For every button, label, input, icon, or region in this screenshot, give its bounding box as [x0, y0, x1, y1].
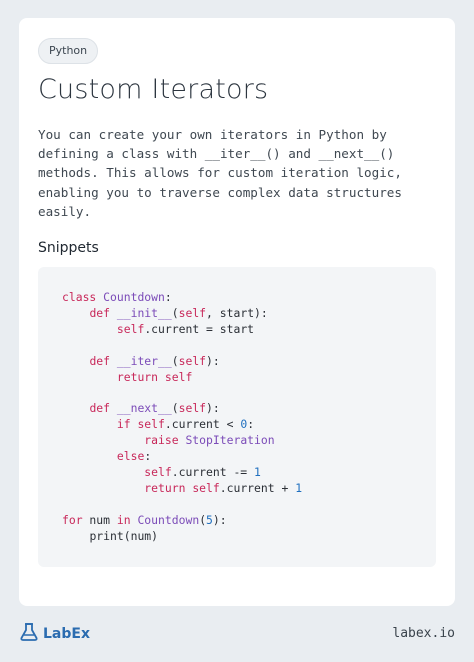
code-function-name: __iter__	[116, 353, 172, 368]
code-text: .current <	[164, 417, 241, 432]
code-class-name: Countdown	[137, 512, 200, 527]
code-number: 1	[254, 464, 261, 479]
brand-name: LabEx	[43, 626, 90, 642]
code-text: num	[82, 512, 117, 527]
code-class-name: Countdown	[103, 290, 165, 304]
code-keyword: def	[89, 353, 111, 368]
code-keyword: raise	[144, 433, 179, 448]
code-text: ):	[206, 401, 220, 416]
code-keyword: else	[116, 449, 145, 464]
description-line: defining a class with __iter__() and __n…	[38, 146, 395, 162]
code-function-name: __next__	[116, 401, 172, 416]
code-keyword: for	[62, 512, 83, 527]
code-self: self	[178, 305, 207, 320]
code-function-name: __init__	[116, 305, 172, 320]
code-text: print(num)	[89, 528, 159, 543]
code-snippet: class Countdown: def __init__(self, star…	[38, 267, 436, 567]
content-card: Python Custom Iterators You can create y…	[19, 18, 455, 606]
language-tag[interactable]: Python	[38, 38, 99, 64]
labex-logo[interactable]: LabEx	[19, 622, 90, 646]
code-block: class Countdown: def __init__(self, star…	[62, 290, 303, 543]
site-url[interactable]: labex.io	[392, 626, 455, 641]
code-text: :	[247, 417, 255, 432]
description: You can create your own iterators in Pyt…	[38, 125, 438, 221]
code-text: , start):	[206, 305, 268, 320]
code-self: self	[144, 464, 172, 479]
code-keyword: return	[116, 369, 159, 384]
code-self: self	[164, 369, 193, 384]
code-keyword: return	[144, 480, 186, 495]
code-keyword: class	[62, 290, 97, 304]
code-text: .current +	[219, 480, 296, 495]
code-number: 5	[206, 512, 213, 527]
code-keyword: if	[116, 417, 131, 432]
code-text: .current = start	[144, 321, 255, 336]
page-title: Custom Iterators	[38, 74, 269, 105]
code-keyword: in	[116, 512, 131, 527]
code-number: 1	[295, 480, 303, 495]
section-title: Snippets	[38, 240, 99, 256]
code-text: .current -=	[171, 464, 255, 479]
code-self: self	[178, 353, 207, 368]
code-self: self	[178, 401, 207, 416]
code-text: ):	[206, 353, 220, 368]
code-self: self	[137, 417, 165, 432]
description-line: enabling you to traverse complex data st…	[38, 184, 402, 200]
code-exception-name: StopIteration	[185, 433, 275, 448]
code-text: :	[164, 290, 172, 304]
code-self: self	[192, 480, 220, 495]
code-self: self	[116, 321, 145, 336]
code-keyword: def	[89, 401, 111, 416]
code-keyword: def	[89, 305, 111, 320]
description-line: You can create your own iterators in Pyt…	[38, 127, 387, 142]
description-line: easily.	[38, 203, 92, 219]
flask-icon	[19, 622, 39, 646]
description-line: methods. This allows for custom iteratio…	[38, 165, 402, 181]
code-text: ):	[212, 512, 227, 527]
